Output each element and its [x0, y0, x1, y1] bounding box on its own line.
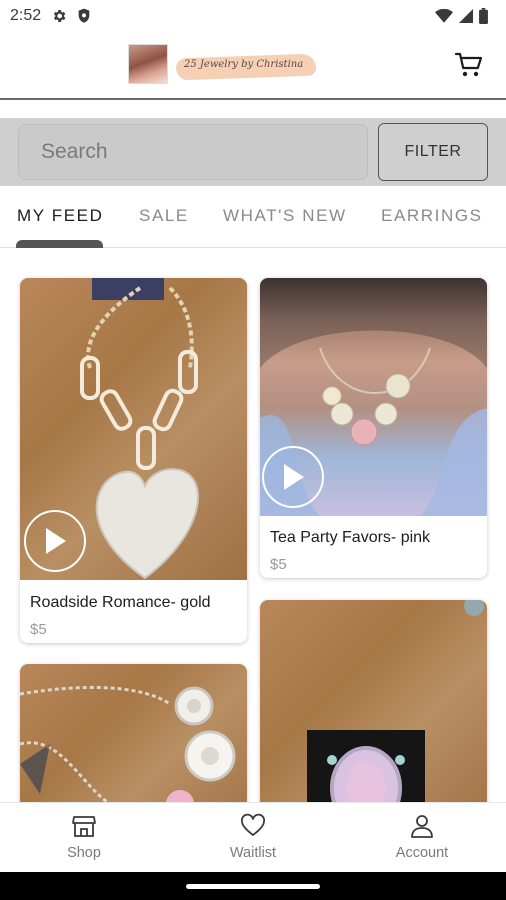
play-icon — [284, 464, 304, 490]
tab-whats-new[interactable]: WHAT'S NEW — [223, 206, 347, 226]
tab-earrings[interactable]: EARRINGS — [381, 206, 483, 226]
nav-shop[interactable]: Shop — [34, 803, 134, 873]
logo-photo[interactable] — [128, 44, 168, 84]
product-title[interactable]: Roadside Romance- gold — [30, 594, 237, 612]
heart-icon — [241, 813, 265, 836]
home-gesture-handle[interactable] — [186, 884, 320, 889]
play-video-button[interactable] — [262, 446, 324, 508]
product-image[interactable] — [260, 600, 487, 802]
bottom-navigation: Shop Waitlist Account — [0, 802, 506, 872]
filter-button[interactable]: FILTER — [378, 123, 488, 181]
shopping-cart-icon[interactable] — [454, 50, 484, 80]
system-gesture-bar — [0, 872, 506, 900]
product-card[interactable]: Tea Party Favors- pink $5 — [260, 278, 487, 578]
status-left: 2:52 — [10, 7, 91, 25]
shield-icon — [78, 8, 90, 23]
product-card[interactable]: Roadside Romance- gold $5 — [20, 278, 247, 643]
category-tabs: MY FEED SALE WHAT'S NEW EARRINGS — [0, 186, 506, 248]
active-tab-indicator — [16, 240, 103, 248]
status-time: 2:52 — [10, 7, 42, 24]
tab-sale[interactable]: SALE — [139, 206, 189, 226]
necklace-flowers-image — [20, 685, 236, 802]
wifi-icon — [435, 9, 453, 23]
product-info: Tea Party Favors- pink $5 — [260, 529, 487, 573]
product-price: $5 — [30, 621, 47, 638]
nav-waitlist-label: Waitlist — [229, 845, 277, 861]
settings-gear-icon — [54, 10, 66, 22]
product-card[interactable] — [260, 600, 487, 802]
store-icon — [72, 816, 96, 837]
nav-shop-label: Shop — [67, 845, 101, 861]
battery-icon — [479, 8, 488, 24]
ring-image — [307, 600, 484, 802]
nav-account[interactable]: Account — [372, 803, 472, 873]
search-input[interactable] — [18, 124, 368, 180]
product-image[interactable] — [260, 278, 487, 516]
product-title[interactable]: Tea Party Favors- pink — [270, 529, 477, 547]
product-image[interactable] — [20, 664, 247, 802]
nav-account-label: Account — [395, 845, 449, 861]
cell-signal-icon — [459, 9, 473, 23]
tab-my-feed[interactable]: MY FEED — [17, 206, 103, 226]
app-header: 25 Jewelry by Christina — [0, 32, 506, 100]
product-image[interactable] — [20, 278, 247, 580]
search-band: FILTER — [0, 118, 506, 186]
product-card[interactable] — [20, 664, 247, 802]
status-right — [435, 8, 488, 24]
product-info: Roadside Romance- gold $5 — [20, 594, 247, 638]
product-price: $5 — [270, 556, 287, 573]
nav-waitlist[interactable]: Waitlist — [203, 803, 303, 873]
product-feed[interactable]: Roadside Romance- gold $5 Tea Party Favo — [0, 248, 506, 802]
status-bar: 2:52 — [0, 0, 506, 32]
logo-text[interactable]: 25 Jewelry by Christina — [184, 59, 303, 70]
person-icon — [411, 815, 433, 838]
play-icon — [46, 528, 66, 554]
play-video-button[interactable] — [24, 510, 86, 572]
